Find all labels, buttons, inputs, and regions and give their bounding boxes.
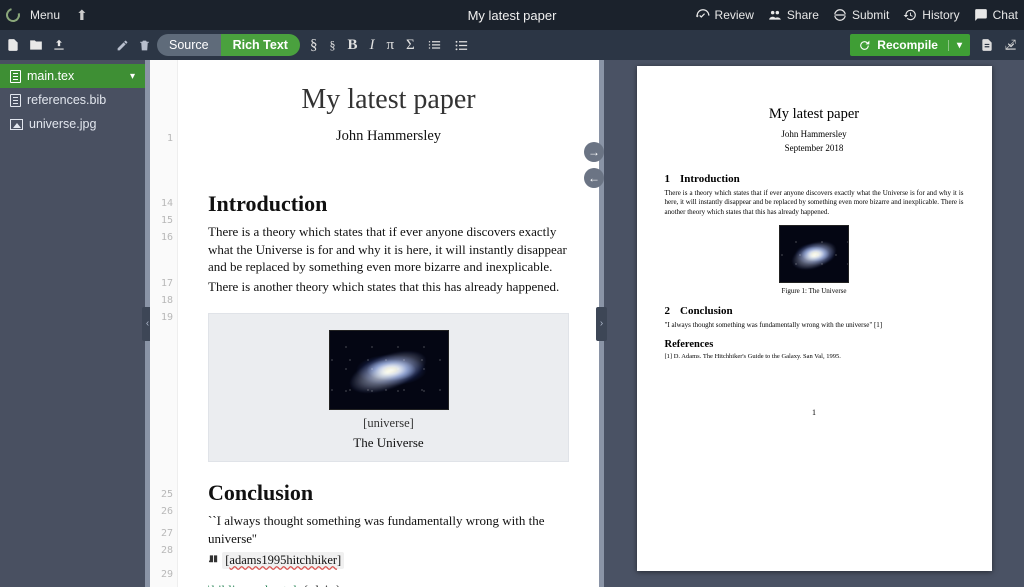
line-numbers: 1 14 15 16 17 18 19 25 26 27 28 29 30 [150,60,178,587]
pdf-section-conclusion: 2Conclusion [665,305,964,317]
pdf-preview-pane[interactable]: My latest paper John Hammersley Septembe… [604,60,1024,587]
refresh-icon [858,39,871,52]
paragraph[interactable]: There is a theory which states that if e… [208,223,569,276]
bullet-list-icon[interactable] [454,38,469,53]
figure-block[interactable]: [universe] The Universe [208,313,569,462]
pdf-paragraph: There is a theory which states that if e… [665,189,964,217]
toolbar: Source Rich Text § § B I π Σ Recompile ▾ [0,30,1024,60]
pdf-references-heading: References [665,339,964,350]
paragraph[interactable]: There is another theory which states tha… [208,278,569,296]
up-button[interactable]: ⬆ [70,7,88,24]
richtext-mode-button[interactable]: Rich Text [221,34,300,56]
submit-button[interactable]: Submit [833,8,889,22]
citation-line[interactable]: [adams1995hitchhiker] [208,551,569,569]
sync-arrows: → ← [584,142,604,194]
history-icon [903,8,917,22]
recompile-dropdown-icon[interactable]: ▾ [948,40,962,51]
pdf-figure-caption: Figure 1: The Universe [665,287,964,295]
bibstyle-line[interactable]: \bibliographystyle{plain} [208,581,569,587]
numbered-list-icon[interactable] [427,38,442,53]
sync-to-pdf-button[interactable]: → [584,142,604,162]
pdf-paragraph: "I always thought something was fundamen… [665,321,964,330]
delete-icon[interactable] [138,39,151,52]
pdf-title: My latest paper [665,106,964,123]
top-bar: Menu ⬆ My latest paper Review Share Subm… [0,0,1024,30]
pdf-reference-item: [1] D. Adams. The Hitchhiker's Guide to … [665,353,964,360]
share-button[interactable]: Share [768,8,819,22]
right-splitter[interactable]: › [599,60,604,587]
recompile-button[interactable]: Recompile ▾ [850,34,970,56]
pdf-date: September 2018 [665,143,964,153]
menu-label: Menu [30,8,60,22]
history-button[interactable]: History [903,8,959,22]
figure-caption[interactable]: The Universe [219,435,558,451]
share-icon [768,8,782,22]
sync-to-code-button[interactable]: ← [584,168,604,188]
upload-icon[interactable] [52,38,66,52]
subsection-icon[interactable]: § [329,38,335,53]
editor-pane[interactable]: 1 14 15 16 17 18 19 25 26 27 28 29 30 My… [150,60,599,587]
section-icon[interactable]: § [310,37,318,54]
file-icon [10,94,21,107]
heading-introduction[interactable]: Introduction [208,191,569,217]
doc-title[interactable]: My latest paper [208,84,569,116]
new-folder-icon[interactable] [29,38,43,52]
file-item-universe[interactable]: universe.jpg [0,112,145,136]
main-area: main.tex ▾ references.bib universe.jpg ‹… [0,60,1024,587]
file-item-main[interactable]: main.tex ▾ [0,64,145,88]
menu-button[interactable]: Menu [30,8,60,22]
new-file-icon[interactable] [6,38,20,52]
chevron-down-icon[interactable]: ▾ [130,71,135,82]
file-item-refs[interactable]: references.bib [0,88,145,112]
display-math-icon[interactable]: Σ [406,37,415,54]
project-title: My latest paper [468,8,557,23]
editor-mode-toggle: Source Rich Text [157,34,300,56]
bold-icon[interactable]: B [347,37,357,54]
book-icon [208,554,219,565]
pdf-section-intro: 1Introduction [665,173,964,185]
editor-content[interactable]: My latest paper John Hammersley Introduc… [178,60,599,587]
file-tree: main.tex ▾ references.bib universe.jpg [0,60,145,587]
submit-icon [833,8,847,22]
formatting-toolbar: § § B I π Σ [310,37,469,54]
pdf-page-number: 1 [665,408,964,417]
review-icon [696,8,710,22]
chat-button[interactable]: Chat [974,8,1018,22]
heading-conclusion[interactable]: Conclusion [208,480,569,506]
logs-icon[interactable] [980,38,994,52]
image-icon [10,119,23,130]
doc-author[interactable]: John Hammersley [208,128,569,145]
italic-icon[interactable]: I [369,37,374,54]
inline-math-icon[interactable]: π [386,37,394,54]
figure-image [329,330,449,410]
pdf-figure-image [779,225,849,283]
quote-text[interactable]: ``I always thought something was fundame… [208,512,569,547]
pdf-author: John Hammersley [665,129,964,139]
file-icon [10,70,21,83]
figure-label[interactable]: [universe] [219,416,558,431]
fullscreen-icon[interactable]: ⤢ [1005,36,1016,53]
app-logo-icon [3,5,22,24]
splitter-handle-icon[interactable]: › [596,307,607,341]
review-button[interactable]: Review [696,8,754,22]
pdf-page: My latest paper John Hammersley Septembe… [637,66,992,571]
source-mode-button[interactable]: Source [157,34,221,56]
pdf-figure: Figure 1: The Universe [665,225,964,295]
chat-icon [974,8,988,22]
rename-icon[interactable] [116,39,129,52]
